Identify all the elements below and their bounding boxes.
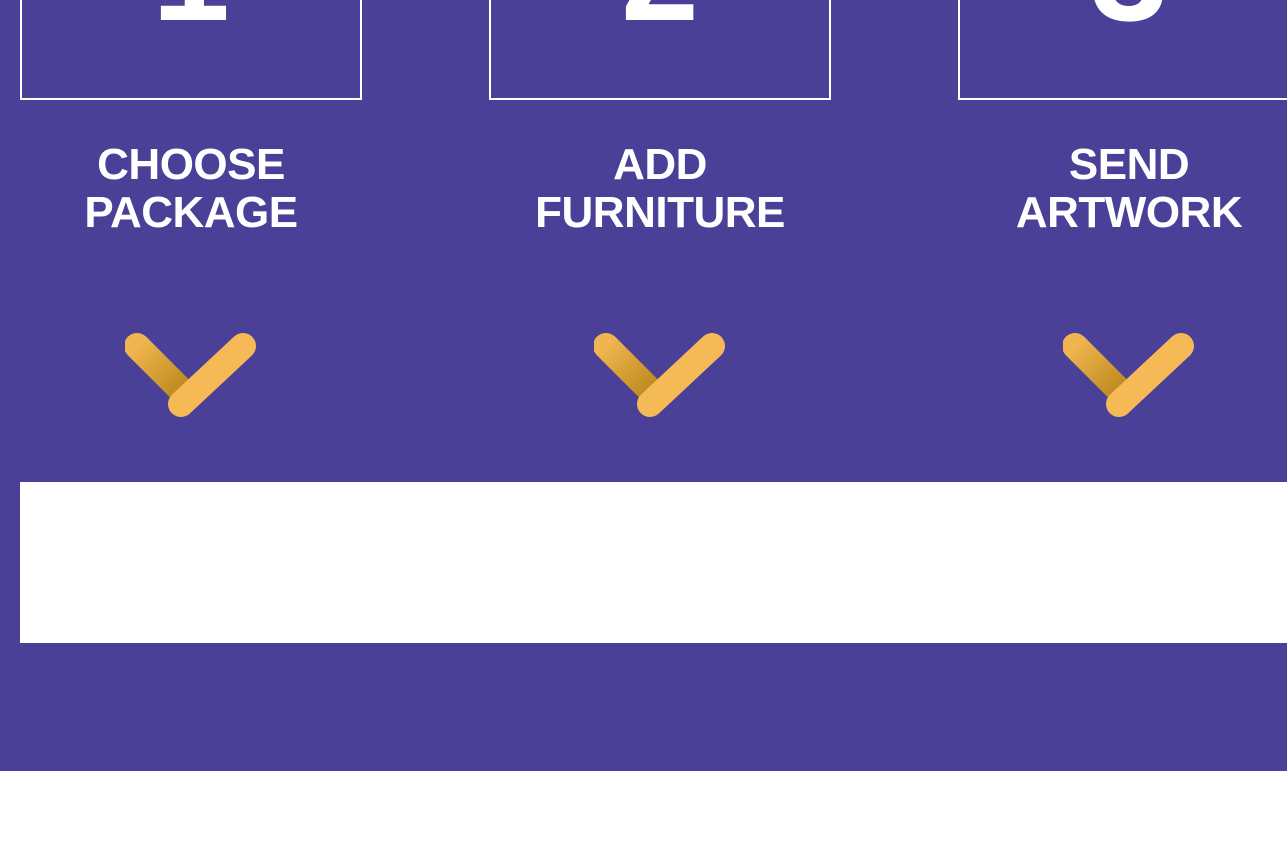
step-number-box: 2 bbox=[489, 0, 831, 100]
chevron-down-icon bbox=[594, 333, 725, 417]
step-title-line-1: CHOOSE bbox=[97, 140, 285, 189]
step-title-line-1: ADD bbox=[613, 140, 707, 189]
chevron-down-icon bbox=[125, 333, 256, 417]
steps-panel: 1 CHOOSE PACKAGE 2 ADD FURNITURE bbox=[0, 0, 1287, 771]
step-title-line-2: PACKAGE bbox=[84, 188, 298, 237]
step-2: 2 ADD FURNITURE bbox=[489, 0, 831, 440]
step-title: CHOOSE PACKAGE bbox=[20, 141, 362, 237]
step-3: 3 SEND ARTWORK bbox=[958, 0, 1287, 440]
step-number-box: 1 bbox=[20, 0, 362, 100]
step-number-box: 3 bbox=[958, 0, 1287, 100]
step-title-line-1: SEND bbox=[1068, 140, 1190, 189]
step-number: 2 bbox=[491, 0, 829, 42]
step-number: 3 bbox=[960, 0, 1287, 42]
step-title: ADD FURNITURE bbox=[489, 141, 831, 237]
content-band bbox=[20, 482, 1287, 643]
step-title: SEND ARTWORK bbox=[958, 141, 1287, 237]
step-1: 1 CHOOSE PACKAGE bbox=[20, 0, 362, 440]
step-title-line-2: ARTWORK bbox=[1015, 188, 1243, 237]
step-number: 1 bbox=[22, 0, 360, 42]
chevron-down-icon bbox=[1063, 333, 1194, 417]
step-title-line-2: FURNITURE bbox=[535, 188, 785, 237]
